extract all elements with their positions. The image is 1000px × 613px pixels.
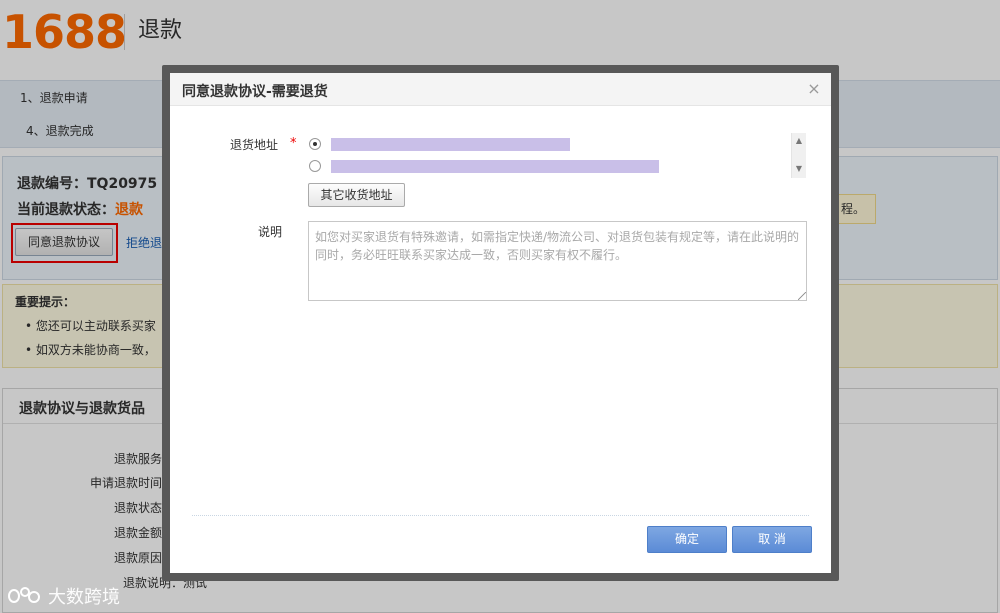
- return-address-label: 退货地址: [230, 138, 279, 152]
- address-list-scrollbar[interactable]: ▲ ▼: [791, 133, 806, 178]
- dialog-header: 同意退款协议-需要退货 ×: [170, 73, 831, 106]
- watermark: 大数跨境: [6, 583, 120, 609]
- watermark-text: 大数跨境: [48, 587, 120, 608]
- confirm-button[interactable]: 确定: [647, 526, 727, 553]
- required-icon: *: [290, 136, 297, 151]
- resize-handle-icon[interactable]: [798, 292, 806, 300]
- address-option-2-redacted[interactable]: [331, 160, 659, 173]
- address-radio-1[interactable]: [309, 138, 321, 150]
- agree-refund-dialog: 同意退款协议-需要退货 × 退货地址 * ▲ ▼ 其它收货地址 说明 如您对买家…: [170, 73, 831, 573]
- other-address-button[interactable]: 其它收货地址: [308, 183, 405, 207]
- scroll-down-icon[interactable]: ▼: [792, 163, 806, 175]
- note-textarea[interactable]: 如您对买家退货有特殊邀请，如需指定快递/物流公司、对退货包装有规定等，请在此说明…: [308, 221, 807, 301]
- watermark-logo-icon: [6, 585, 44, 607]
- address-radio-2[interactable]: [309, 160, 321, 172]
- dialog-footer-divider: [192, 515, 809, 516]
- address-option-1-redacted[interactable]: [331, 138, 570, 151]
- close-icon[interactable]: ×: [806, 80, 822, 98]
- cancel-button[interactable]: 取 消: [732, 526, 812, 553]
- dialog-title: 同意退款协议-需要退货: [182, 84, 328, 100]
- note-label: 说明: [258, 225, 283, 239]
- scroll-up-icon[interactable]: ▲: [792, 135, 806, 147]
